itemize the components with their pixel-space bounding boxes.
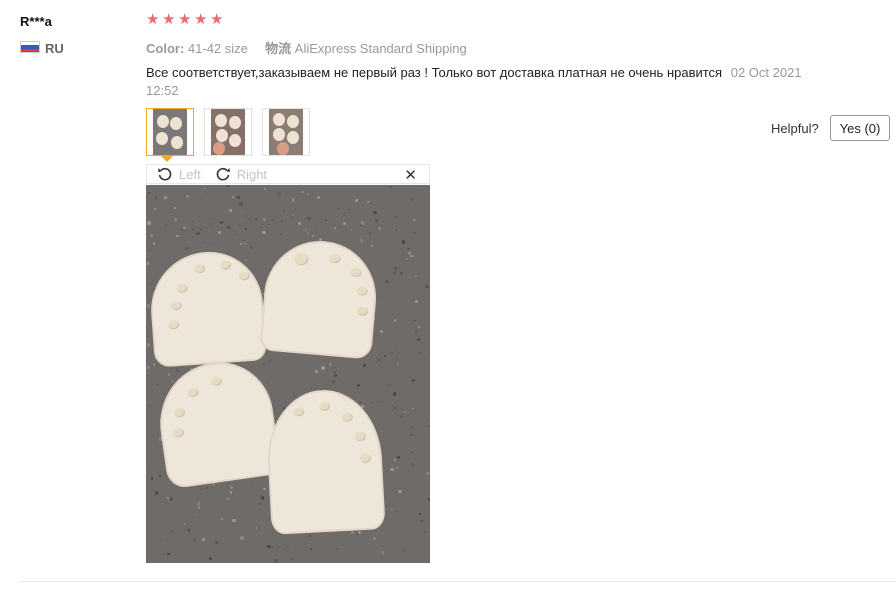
order-attributes: Color: 41-42 size 物流 AliExpress Standard…	[146, 38, 467, 57]
review-photo-large[interactable]	[146, 185, 430, 563]
shipping-value: AliExpress Standard Shipping	[294, 41, 467, 56]
rotate-left-label: Left	[179, 166, 201, 182]
review-text: Все соответствует,заказываем не первый р…	[146, 65, 723, 80]
shoe-photo-thumbnail	[211, 109, 245, 155]
shoe-photo-thumbnail	[153, 109, 187, 155]
review-thumbnail[interactable]	[204, 108, 252, 156]
russia-flag-icon	[20, 41, 40, 53]
review-body: Все соответствует,заказываем не первый р…	[146, 64, 836, 100]
review-divider	[20, 581, 896, 582]
star-icon: ★	[146, 11, 160, 28]
review-thumbnail[interactable]	[262, 108, 310, 156]
color-label: Color:	[146, 41, 185, 56]
rating-stars: ★ ★ ★ ★ ★	[146, 11, 224, 28]
review-thumbnail[interactable]	[146, 108, 194, 156]
rotate-left-icon	[158, 167, 172, 181]
close-icon[interactable]: ✕	[404, 166, 417, 184]
star-icon: ★	[210, 11, 224, 28]
image-viewer-toolbar: Left Right ✕	[146, 164, 430, 184]
reviewer-name: R***a	[20, 14, 52, 29]
thumbnail-pointer	[161, 156, 173, 162]
rotate-right-label: Right	[236, 166, 268, 182]
star-icon: ★	[194, 11, 208, 28]
helpful-label: Helpful?	[771, 121, 819, 136]
rotate-right-button[interactable]: Right	[215, 166, 267, 182]
rotate-left-button[interactable]: Left	[157, 166, 201, 182]
shipping-label: 物流	[265, 41, 292, 56]
shoe-photo-thumbnail	[269, 109, 303, 155]
color-value: 41-42 size	[187, 41, 248, 56]
reviewer-country: RU	[45, 41, 64, 56]
rotate-right-icon	[216, 167, 230, 181]
helpful-yes-button[interactable]: Yes (0)	[830, 115, 890, 141]
star-icon: ★	[162, 11, 176, 28]
review-thumbnails	[146, 108, 310, 156]
star-icon: ★	[178, 11, 192, 28]
